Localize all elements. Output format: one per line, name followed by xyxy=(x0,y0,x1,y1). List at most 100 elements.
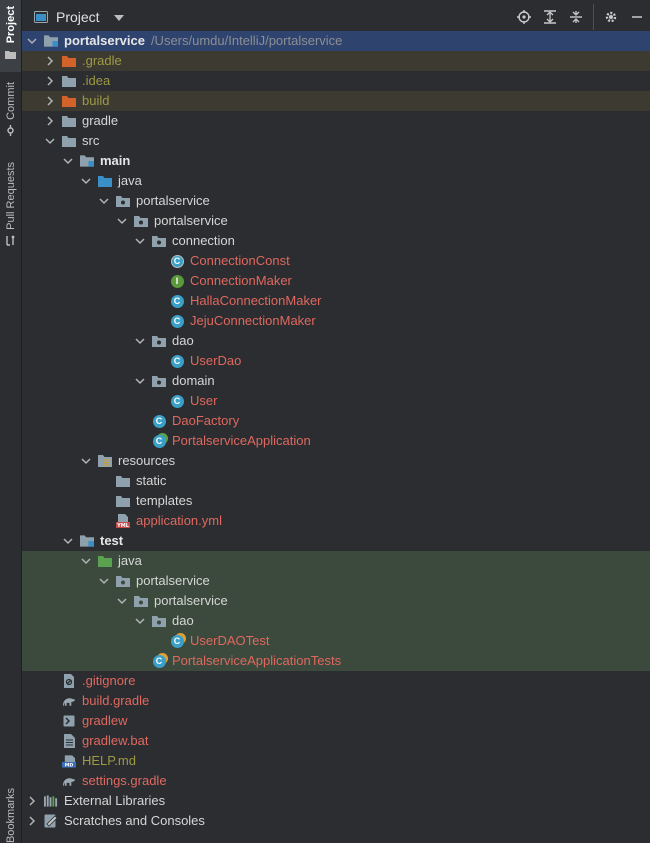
chevron-down-icon[interactable] xyxy=(116,591,128,611)
excluded-folder-icon xyxy=(62,54,76,68)
view-mode-dropdown[interactable] xyxy=(113,9,124,24)
project-tree: portalservice/Users/umdu/IntelliJ/portal… xyxy=(22,31,650,831)
tree-row-gradle[interactable]: gradle xyxy=(22,111,650,131)
tree-row-interface-connectionmaker[interactable]: I ConnectionMaker xyxy=(22,271,650,291)
tree-label: ConnectionMaker xyxy=(190,273,292,288)
tree-row-package-connection[interactable]: connection xyxy=(22,231,650,251)
chevron-right-icon[interactable] xyxy=(26,791,38,811)
chevron-down-icon[interactable] xyxy=(134,331,146,351)
chevron-down-icon[interactable] xyxy=(80,551,92,571)
chevron-down-icon[interactable] xyxy=(116,211,128,231)
tree-row-templates[interactable]: templates xyxy=(22,491,650,511)
chevron-down-icon[interactable] xyxy=(134,231,146,251)
chevron-down-icon[interactable] xyxy=(98,571,110,591)
tree-label: templates xyxy=(136,493,193,508)
tree-row-class-userdaotest[interactable]: C UserDAOTest xyxy=(22,631,650,651)
tree-row-class-portalserviceapplicationtests[interactable]: C PortalserviceApplicationTests xyxy=(22,651,650,671)
tree-row-test-package-portalservice[interactable]: portalservice xyxy=(22,571,650,591)
chevron-down-icon xyxy=(113,9,124,24)
tree-label: java xyxy=(118,553,142,568)
tree-label: build xyxy=(82,93,110,108)
hide-icon[interactable] xyxy=(624,4,650,30)
tree-label: src xyxy=(82,133,100,148)
tree-row-static[interactable]: static xyxy=(22,471,650,491)
chevron-right-icon[interactable] xyxy=(26,811,38,831)
chevron-down-icon[interactable] xyxy=(134,611,146,631)
test-source-folder-icon xyxy=(98,554,112,568)
tree-label: portalservice xyxy=(136,573,210,588)
tree-row-test-package-dao[interactable]: dao xyxy=(22,611,650,631)
chevron-down-icon[interactable] xyxy=(98,191,110,211)
tree-label: gradlew xyxy=(82,713,128,728)
chevron-down-icon[interactable] xyxy=(62,531,74,551)
tree-row-build[interactable]: build xyxy=(22,91,650,111)
folder-icon xyxy=(116,494,130,508)
tree-row-portalservice-root[interactable]: portalservice/Users/umdu/IntelliJ/portal… xyxy=(22,31,650,51)
tree-row-test-java[interactable]: java xyxy=(22,551,650,571)
folder-icon xyxy=(116,474,130,488)
chevron-right-icon[interactable] xyxy=(44,111,56,131)
chevron-right-icon[interactable] xyxy=(44,51,56,71)
tree-row-class-connectionconst[interactable]: C ConnectionConst xyxy=(22,251,650,271)
project-view-icon xyxy=(34,10,48,23)
tree-row-package-dao[interactable]: dao xyxy=(22,331,650,351)
tree-row-gitignore[interactable]: .gitignore xyxy=(22,671,650,691)
tree-row-class-hallaconnectionmaker[interactable]: C HallaConnectionMaker xyxy=(22,291,650,311)
tree-row-src[interactable]: src xyxy=(22,131,650,151)
chevron-down-icon[interactable] xyxy=(26,31,38,51)
side-tab-pull-requests[interactable]: Pull Requests xyxy=(0,162,21,260)
chevron-right-icon[interactable] xyxy=(44,71,56,91)
tree-row-package-portalservice[interactable]: portalservice xyxy=(22,211,650,231)
tree-row-gradlew-bat[interactable]: gradlew.bat xyxy=(22,731,650,751)
tree-label: application.yml xyxy=(136,513,222,528)
tree-row-application-yml[interactable]: YML application.yml xyxy=(22,511,650,531)
collapse-all-icon[interactable] xyxy=(563,4,589,30)
class-icon: C xyxy=(170,314,184,328)
tree-label: .gitignore xyxy=(82,673,136,688)
side-tab-commit[interactable]: Commit xyxy=(0,82,21,146)
chevron-down-icon[interactable] xyxy=(134,371,146,391)
chevron-down-icon[interactable] xyxy=(44,131,56,151)
tree-row-test-package-portalservice[interactable]: portalservice xyxy=(22,591,650,611)
module-folder-icon xyxy=(80,154,94,168)
tree-row-external-libraries[interactable]: External Libraries xyxy=(22,791,650,811)
tree-row-test[interactable]: test xyxy=(22,531,650,551)
tree-row-dot-gradle[interactable]: .gradle xyxy=(22,51,650,71)
tree-row-help-md[interactable]: MD HELP.md xyxy=(22,751,650,771)
tree-label: dao xyxy=(172,613,194,628)
locate-icon[interactable] xyxy=(511,4,537,30)
tree-label: build.gradle xyxy=(82,693,150,708)
chevron-right-icon[interactable] xyxy=(44,91,56,111)
tree-row-package-portalservice[interactable]: portalservice xyxy=(22,191,650,211)
tree-row-main-java[interactable]: java xyxy=(22,171,650,191)
tree-row-class-userdao[interactable]: C UserDao xyxy=(22,351,650,371)
tree-row-gradlew[interactable]: gradlew xyxy=(22,711,650,731)
chevron-down-icon[interactable] xyxy=(80,451,92,471)
tree-row-build-gradle[interactable]: build.gradle xyxy=(22,691,650,711)
markdown-file-icon: MD xyxy=(62,754,76,768)
tree-row-resources[interactable]: resources xyxy=(22,451,650,471)
side-tab-bookmarks[interactable]: Bookmarks xyxy=(0,780,21,843)
tree-row-main[interactable]: main xyxy=(22,151,650,171)
tree-row-class-daofactory[interactable]: C DaoFactory xyxy=(22,411,650,431)
yaml-file-icon: YML xyxy=(116,514,130,528)
expand-all-icon[interactable] xyxy=(537,4,563,30)
tree-row-package-domain[interactable]: domain xyxy=(22,371,650,391)
tree-label: java xyxy=(118,173,142,188)
module-folder-icon xyxy=(80,534,94,548)
gear-icon[interactable] xyxy=(598,4,624,30)
tree-row-scratches-consoles[interactable]: Scratches and Consoles xyxy=(22,811,650,831)
side-tab-project[interactable]: Project xyxy=(0,0,21,72)
test-class-icon: C xyxy=(152,654,166,668)
chevron-down-icon[interactable] xyxy=(62,151,74,171)
tree-label: static xyxy=(136,473,167,488)
tree-row-settings-gradle[interactable]: settings.gradle xyxy=(22,771,650,791)
chevron-down-icon[interactable] xyxy=(80,171,92,191)
side-tab-label: Pull Requests xyxy=(4,162,17,230)
package-icon xyxy=(152,614,166,628)
tree-row-dot-idea[interactable]: .idea xyxy=(22,71,650,91)
tree-row-class-portalserviceapplication[interactable]: C PortalserviceApplication xyxy=(22,431,650,451)
tree-row-class-jejuconnectionmaker[interactable]: C JejuConnectionMaker xyxy=(22,311,650,331)
tree-row-class-user[interactable]: C User xyxy=(22,391,650,411)
svg-text:YML: YML xyxy=(116,523,130,528)
